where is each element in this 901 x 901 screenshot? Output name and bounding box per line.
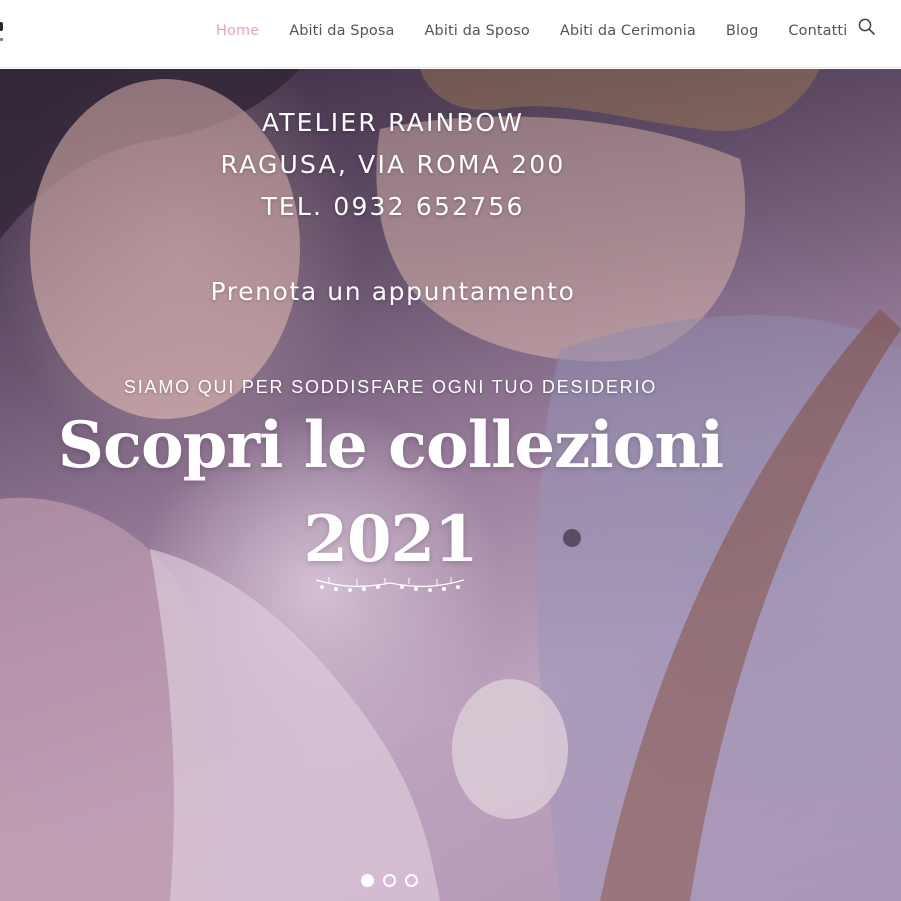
nav-item-abiti-da-sposa[interactable]: Abiti da Sposa [274, 23, 409, 39]
contact-address: RAGUSA, VIA ROMA 200 [220, 150, 566, 179]
hero-headline: Scopri le collezioni 2021 [0, 399, 781, 587]
search-icon [858, 18, 875, 35]
slider-dot-3[interactable] [405, 874, 418, 887]
hero-headline-line-1: Scopri le collezioni [57, 408, 724, 483]
site-logo[interactable] [0, 22, 6, 46]
page: Home Abiti da Sposa Abiti da Sposo Abiti… [0, 0, 901, 901]
main-navigation: Home Abiti da Sposa Abiti da Sposo Abiti… [201, 0, 862, 62]
nav-item-abiti-da-cerimonia[interactable]: Abiti da Cerimonia [545, 23, 711, 39]
search-button[interactable] [857, 17, 877, 37]
nav-item-abiti-da-sposo[interactable]: Abiti da Sposo [410, 23, 545, 39]
book-appointment-link[interactable]: Prenota un appuntamento [0, 277, 786, 306]
hero-headline-line-2: 2021 [303, 502, 478, 577]
nav-item-home[interactable]: Home [201, 23, 274, 39]
hero-slider: ATELIER RAINBOW RAGUSA, VIA ROMA 200 TEL… [0, 69, 901, 901]
hero-tagline: SIAMO QUI PER SODDISFARE OGNI TUO DESIDE… [123, 377, 658, 397]
slider-dot-1[interactable] [361, 874, 374, 887]
nav-item-contatti[interactable]: Contatti [773, 23, 862, 39]
floral-divider-icon [315, 577, 465, 592]
logo-mark-detail [0, 38, 3, 41]
contact-phone[interactable]: TEL. 0932 652756 [0, 194, 786, 219]
slider-dot-2[interactable] [383, 874, 396, 887]
logo-mark [0, 22, 3, 31]
site-header: Home Abiti da Sposa Abiti da Sposo Abiti… [0, 0, 901, 68]
nav-item-blog[interactable]: Blog [711, 23, 773, 39]
slider-pagination [361, 874, 418, 887]
contact-business-name: ATELIER RAINBOW [261, 108, 525, 137]
